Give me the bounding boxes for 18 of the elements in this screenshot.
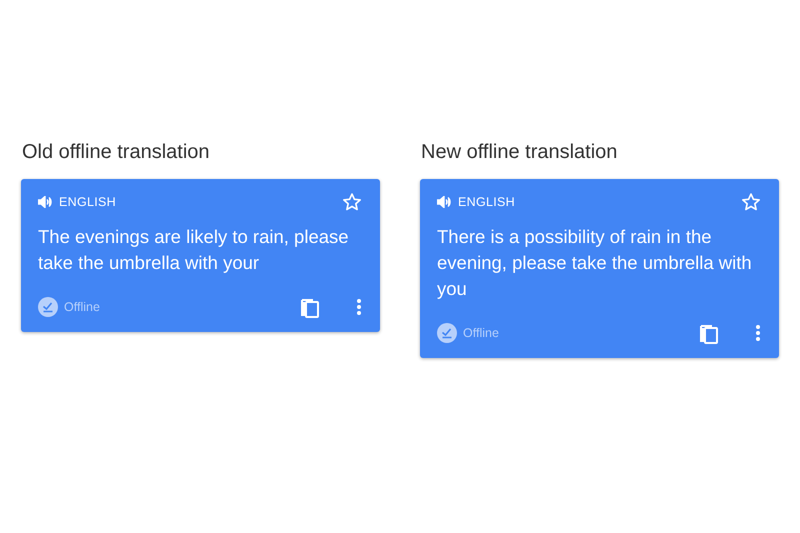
section-heading: Old offline translation — [21, 141, 211, 164]
offline-status: Offline — [463, 326, 500, 340]
section-heading: New offline translation — [420, 141, 618, 164]
star-icon[interactable] — [741, 192, 761, 212]
check-circle-icon — [38, 297, 58, 317]
copy-icon[interactable] — [300, 296, 320, 318]
translation-text: The evenings are likely to rain, please take the umbrella with your — [38, 225, 350, 275]
offline-status: Offline — [64, 300, 101, 314]
check-circle-icon — [437, 323, 457, 343]
translation-text: There is a possibility of rain in the evening, please take the umbrella with you — [437, 225, 753, 301]
speaker-icon[interactable] — [38, 196, 52, 208]
more-options-icon[interactable] — [755, 324, 761, 342]
speaker-icon[interactable] — [437, 196, 451, 208]
copy-icon[interactable] — [699, 322, 719, 344]
language-label: ENGLISH — [458, 195, 515, 209]
star-icon[interactable] — [342, 192, 362, 212]
more-options-icon[interactable] — [356, 298, 362, 316]
language-label: ENGLISH — [59, 195, 116, 209]
